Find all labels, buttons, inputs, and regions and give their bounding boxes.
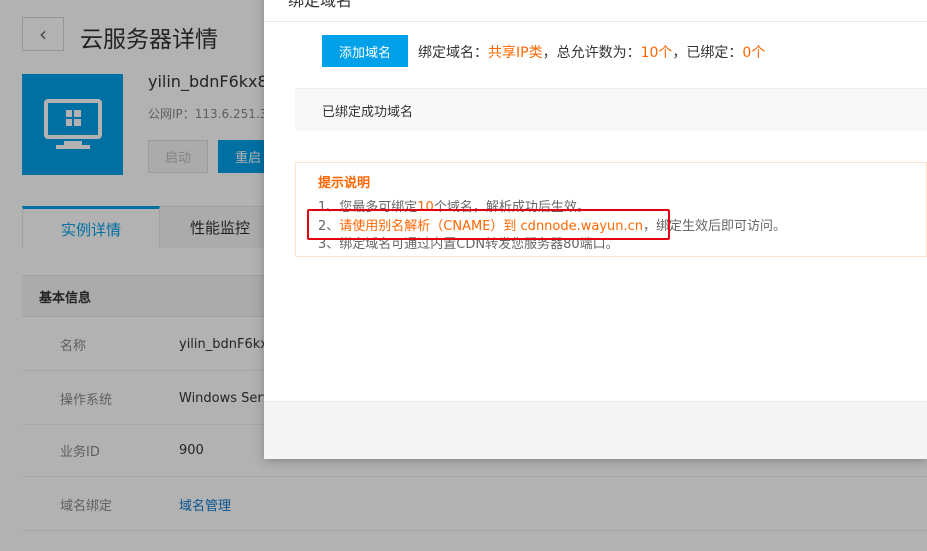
add-domain-button[interactable]: 添加域名 xyxy=(322,35,408,67)
quota-bound-label: ，已绑定： xyxy=(672,45,743,61)
quota-type: 共享IP类 xyxy=(488,45,543,61)
tips-title: 提示说明 xyxy=(318,176,371,191)
highlight-annotation-box xyxy=(307,209,670,240)
modal-header: 绑定域名 xyxy=(264,0,927,22)
quota-prefix: 绑定域名： xyxy=(418,45,488,61)
quota-total: 10个 xyxy=(640,45,673,61)
quota-bound: 0个 xyxy=(742,45,766,61)
modal-title: 绑定域名 xyxy=(288,0,353,10)
bind-domain-modal: 绑定域名 添加域名 绑定域名：共享IP类，总允许数为：10个，已绑定：0个 已绑… xyxy=(264,0,927,459)
domain-quota: 绑定域名：共享IP类，总允许数为：10个，已绑定：0个 xyxy=(418,42,765,62)
modal-footer xyxy=(264,401,927,459)
bound-domains-header: 已绑定成功域名 xyxy=(295,88,927,131)
quota-mid: ，总允许数为： xyxy=(542,45,641,61)
